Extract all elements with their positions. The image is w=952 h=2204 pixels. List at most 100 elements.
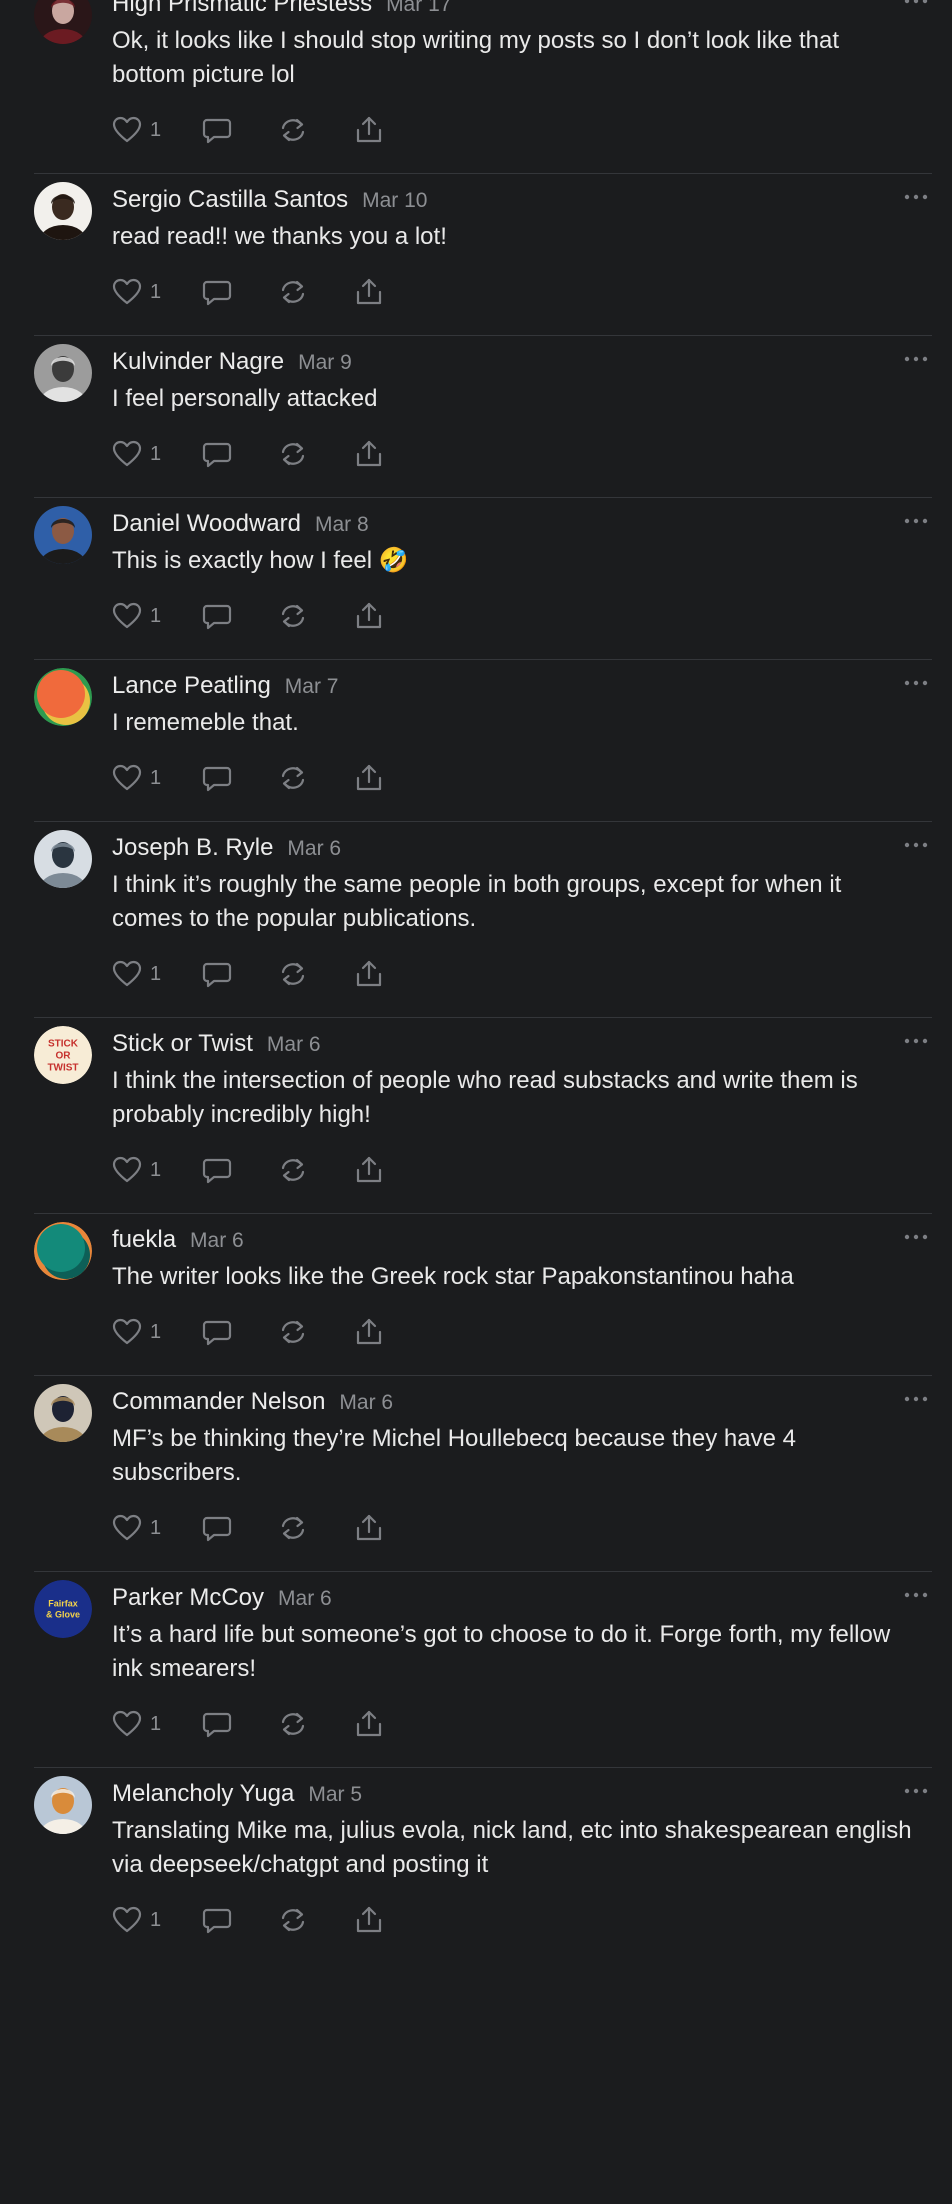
restack-button[interactable] [278, 762, 308, 794]
reply-button[interactable] [202, 1512, 232, 1544]
more-options-button[interactable] [904, 1036, 928, 1046]
author-name[interactable]: Stick or Twist [112, 1030, 253, 1057]
avatar[interactable] [34, 1384, 92, 1442]
restack-button[interactable] [278, 1904, 308, 1936]
avatar[interactable] [34, 344, 92, 402]
share-button[interactable] [354, 1512, 384, 1544]
more-options-button[interactable] [904, 1786, 928, 1796]
restack-icon [278, 763, 308, 793]
comment-date[interactable]: Mar 5 [308, 1783, 362, 1806]
comment-date[interactable]: Mar 8 [315, 513, 369, 536]
share-button[interactable] [354, 438, 384, 470]
comment-header: fuekla Mar 6 [112, 1226, 244, 1254]
author-name[interactable]: Kulvinder Nagre [112, 348, 284, 375]
more-options-button[interactable] [904, 1590, 928, 1600]
like-button[interactable]: 1 [112, 438, 161, 470]
restack-button[interactable] [278, 1708, 308, 1740]
more-options-button[interactable] [904, 516, 928, 526]
reply-button[interactable] [202, 438, 232, 470]
author-name[interactable]: Commander Nelson [112, 1388, 325, 1415]
restack-button[interactable] [278, 438, 308, 470]
author-name[interactable]: fuekla [112, 1226, 176, 1253]
more-dots-icon [904, 1394, 928, 1404]
restack-button[interactable] [278, 600, 308, 632]
avatar[interactable] [34, 1222, 92, 1280]
share-button[interactable] [354, 1708, 384, 1740]
share-button[interactable] [354, 114, 384, 146]
comment-card: High Prismatic Priestess Mar 17 Ok, it loo… [34, 0, 932, 174]
avatar[interactable] [34, 668, 92, 726]
more-options-button[interactable] [904, 354, 928, 364]
like-button[interactable]: 1 [112, 114, 161, 146]
reply-button[interactable] [202, 1708, 232, 1740]
restack-button[interactable] [278, 1512, 308, 1544]
share-button[interactable] [354, 958, 384, 990]
avatar[interactable]: Fairfax & Glove [34, 1580, 92, 1638]
restack-button[interactable] [278, 1154, 308, 1186]
share-button[interactable] [354, 276, 384, 308]
more-options-button[interactable] [904, 1394, 928, 1404]
like-button[interactable]: 1 [112, 1904, 161, 1936]
more-options-button[interactable] [904, 192, 928, 202]
reply-button[interactable] [202, 600, 232, 632]
comment-text: The writer looks like the Greek rock sta… [112, 1260, 922, 1294]
like-count: 1 [150, 1516, 162, 1539]
restack-button[interactable] [278, 1316, 308, 1348]
author-name[interactable]: Joseph B. Ryle [112, 834, 273, 861]
restack-button[interactable] [278, 114, 308, 146]
author-name[interactable]: Melancholy Yuga [112, 1780, 294, 1807]
comment-actions: 1 [112, 114, 412, 146]
restack-button[interactable] [278, 276, 308, 308]
like-button[interactable]: 1 [112, 1316, 161, 1348]
avatar[interactable] [34, 1776, 92, 1834]
reply-button[interactable] [202, 958, 232, 990]
reply-button[interactable] [202, 1154, 232, 1186]
author-name[interactable]: Sergio Castilla Santos [112, 186, 348, 213]
like-button[interactable]: 1 [112, 762, 161, 794]
like-button[interactable]: 1 [112, 1512, 161, 1544]
share-button[interactable] [354, 1316, 384, 1348]
comment-date[interactable]: Mar 6 [287, 837, 341, 860]
like-count: 1 [150, 1908, 162, 1931]
comment-date[interactable]: Mar 7 [285, 675, 339, 698]
more-options-button[interactable] [904, 0, 928, 6]
like-button[interactable]: 1 [112, 600, 161, 632]
reply-button[interactable] [202, 1904, 232, 1936]
author-name[interactable]: Daniel Woodward [112, 510, 301, 537]
more-options-button[interactable] [904, 678, 928, 688]
comment-date[interactable]: Mar 6 [190, 1229, 244, 1252]
comment-date[interactable]: Mar 17 [386, 0, 451, 16]
like-button[interactable]: 1 [112, 276, 161, 308]
restack-icon [278, 1317, 308, 1347]
share-button[interactable] [354, 762, 384, 794]
comment-date[interactable]: Mar 6 [278, 1587, 332, 1610]
reply-button[interactable] [202, 1316, 232, 1348]
avatar[interactable] [34, 182, 92, 240]
comment-header: Sergio Castilla Santos Mar 10 [112, 186, 427, 214]
share-button[interactable] [354, 600, 384, 632]
avatar[interactable] [34, 0, 92, 44]
like-button[interactable]: 1 [112, 1154, 161, 1186]
more-options-button[interactable] [904, 840, 928, 850]
avatar[interactable] [34, 506, 92, 564]
author-name[interactable]: High Prismatic Priestess [112, 0, 372, 17]
restack-button[interactable] [278, 958, 308, 990]
reply-button[interactable] [202, 114, 232, 146]
more-options-button[interactable] [904, 1232, 928, 1242]
avatar[interactable] [34, 830, 92, 888]
comment-text-line: The writer looks like the Greek rock sta… [112, 1263, 794, 1290]
share-button[interactable] [354, 1904, 384, 1936]
reply-button[interactable] [202, 276, 232, 308]
comment-date[interactable]: Mar 9 [298, 351, 352, 374]
avatar[interactable]: STICK OR TWIST [34, 1026, 92, 1084]
reply-bubble-icon [202, 439, 232, 469]
comment-date[interactable]: Mar 10 [362, 189, 427, 212]
comment-date[interactable]: Mar 6 [339, 1391, 393, 1414]
comment-date[interactable]: Mar 6 [267, 1033, 321, 1056]
like-button[interactable]: 1 [112, 1708, 161, 1740]
like-button[interactable]: 1 [112, 958, 161, 990]
author-name[interactable]: Parker McCoy [112, 1584, 264, 1611]
reply-button[interactable] [202, 762, 232, 794]
share-button[interactable] [354, 1154, 384, 1186]
author-name[interactable]: Lance Peatling [112, 672, 271, 699]
